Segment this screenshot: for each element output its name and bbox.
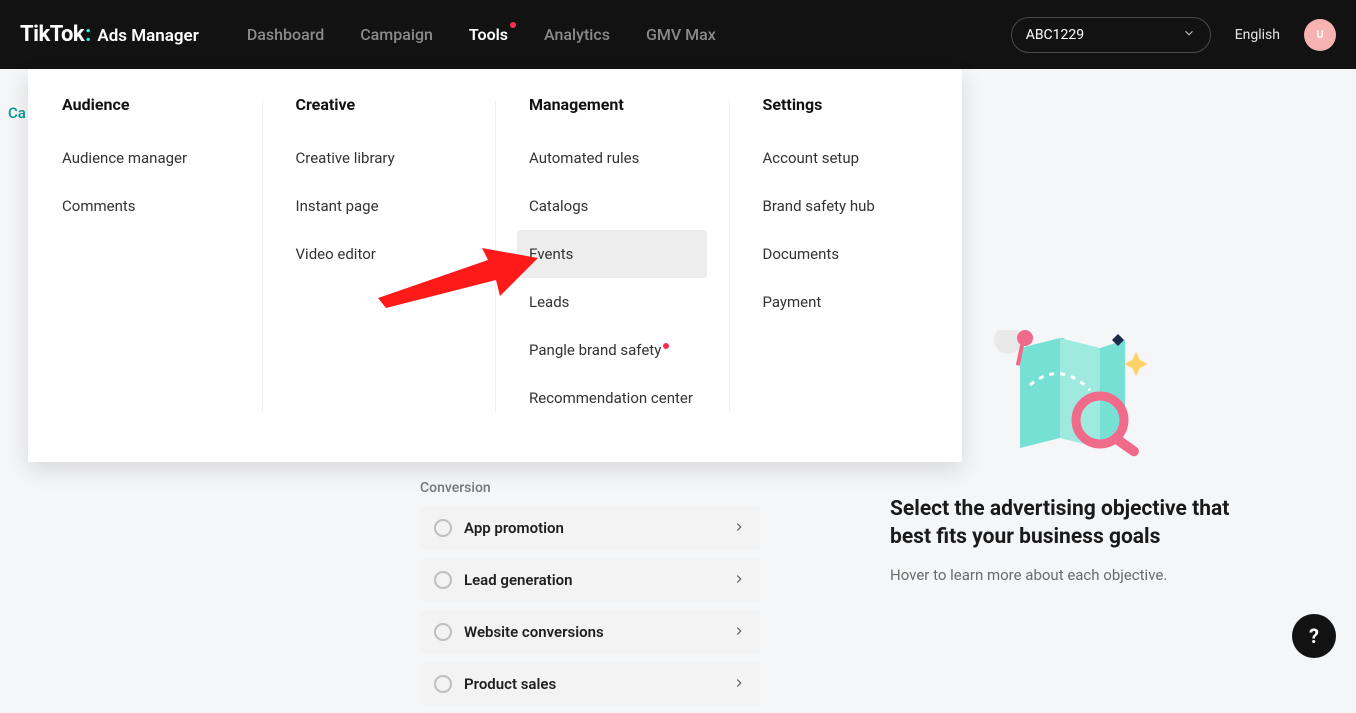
nav-tools-label: Tools	[469, 25, 508, 44]
menu-item-brand-safety-hub[interactable]: Brand safety hub	[751, 182, 941, 230]
logo-text-main: TikTok	[20, 22, 84, 47]
account-name: ABC1229	[1026, 27, 1084, 43]
menu-item-video-editor[interactable]: Video editor	[284, 230, 474, 278]
info-subtitle: Hover to learn more about each objective…	[890, 566, 1252, 584]
menu-item-pangle-brand-safety[interactable]: Pangle brand safety	[517, 326, 707, 374]
nav-analytics[interactable]: Analytics	[544, 19, 610, 50]
top-header: TikTok: Ads Manager Dashboard Campaign T…	[0, 0, 1356, 69]
menu-item-documents[interactable]: Documents	[751, 230, 941, 278]
objective-info-panel: Select the advertising objective that be…	[890, 495, 1252, 584]
objective-lead-generation[interactable]: Lead generation	[420, 558, 760, 602]
tools-col-settings: Settings Account setup Brand safety hub …	[729, 95, 963, 422]
nav-dashboard[interactable]: Dashboard	[247, 19, 324, 50]
tools-col-creative: Creative Creative library Instant page V…	[262, 95, 496, 422]
menu-item-label: Pangle brand safety	[529, 341, 661, 359]
chevron-right-icon	[732, 519, 746, 538]
primary-nav: Dashboard Campaign Tools Analytics GMV M…	[247, 19, 716, 50]
tools-col-head-audience: Audience	[62, 95, 228, 114]
nav-campaign[interactable]: Campaign	[360, 19, 433, 50]
menu-item-creative-library[interactable]: Creative library	[284, 134, 474, 182]
header-right: ABC1229 English U	[1011, 17, 1336, 53]
menu-item-comments[interactable]: Comments	[50, 182, 240, 230]
nav-gmv-max[interactable]: GMV Max	[646, 19, 716, 50]
language-selector[interactable]: English	[1235, 27, 1280, 43]
tools-col-head-creative: Creative	[296, 95, 462, 114]
objective-illustration-icon	[990, 330, 1160, 460]
radio-icon	[434, 675, 452, 693]
tools-col-audience: Audience Audience manager Comments	[28, 95, 262, 422]
objective-label: Lead generation	[464, 571, 572, 589]
chevron-right-icon	[732, 623, 746, 642]
menu-item-account-setup[interactable]: Account setup	[751, 134, 941, 182]
objective-list: App promotion Lead generation Website co…	[420, 506, 760, 706]
objective-product-sales[interactable]: Product sales	[420, 662, 760, 706]
avatar[interactable]: U	[1304, 19, 1336, 51]
menu-item-leads[interactable]: Leads	[517, 278, 707, 326]
menu-item-recommendation-center[interactable]: Recommendation center	[517, 374, 707, 422]
nav-tools[interactable]: Tools	[469, 19, 508, 50]
objective-website-conversions[interactable]: Website conversions	[420, 610, 760, 654]
radio-icon	[434, 519, 452, 537]
objective-label: App promotion	[464, 519, 564, 537]
tools-dropdown: Audience Audience manager Comments Creat…	[28, 69, 962, 462]
logo[interactable]: TikTok: Ads Manager	[20, 22, 199, 47]
menu-item-catalogs[interactable]: Catalogs	[517, 182, 707, 230]
breadcrumb[interactable]: Ca	[8, 104, 26, 122]
chevron-right-icon	[732, 675, 746, 694]
radio-icon	[434, 571, 452, 589]
help-button[interactable]: ?	[1292, 614, 1336, 658]
chevron-right-icon	[732, 571, 746, 590]
objective-app-promotion[interactable]: App promotion	[420, 506, 760, 550]
menu-item-automated-rules[interactable]: Automated rules	[517, 134, 707, 182]
section-label-conversion: Conversion	[420, 480, 1316, 496]
help-icon: ?	[1309, 624, 1319, 648]
tools-col-head-management: Management	[529, 95, 695, 114]
menu-item-events[interactable]: Events	[517, 230, 707, 278]
tools-col-management: Management Automated rules Catalogs Even…	[495, 95, 729, 422]
chevron-down-icon	[1182, 26, 1196, 44]
objective-label: Product sales	[464, 675, 556, 693]
logo-text-sub: Ads Manager	[97, 26, 198, 46]
menu-item-payment[interactable]: Payment	[751, 278, 941, 326]
menu-item-instant-page[interactable]: Instant page	[284, 182, 474, 230]
account-selector[interactable]: ABC1229	[1011, 17, 1211, 53]
menu-item-audience-manager[interactable]: Audience manager	[50, 134, 240, 182]
radio-icon	[434, 623, 452, 641]
tools-col-head-settings: Settings	[763, 95, 929, 114]
objective-label: Website conversions	[464, 623, 604, 641]
info-title: Select the advertising objective that be…	[890, 495, 1252, 552]
notification-dot-icon	[510, 22, 516, 28]
logo-colon-icon: :	[85, 22, 91, 47]
notification-dot-icon	[663, 343, 669, 349]
